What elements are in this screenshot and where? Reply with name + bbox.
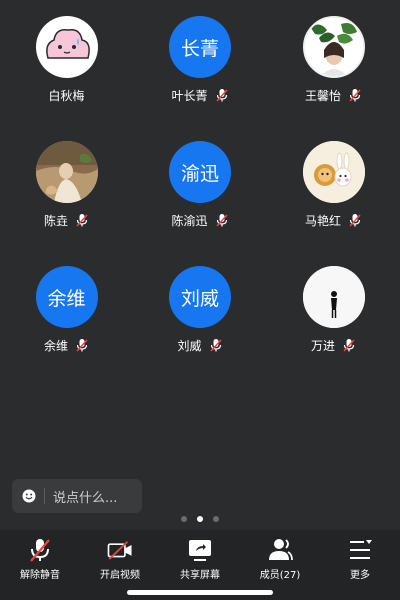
members-icon	[269, 539, 293, 561]
page-indicator	[0, 516, 400, 522]
home-indicator	[127, 590, 273, 595]
participant-tile[interactable]: 长菁 叶长菁	[133, 16, 267, 141]
participant-name: 刘威	[177, 338, 202, 353]
avatar-initials: 渝迅	[180, 162, 219, 185]
mic-muted-icon	[349, 88, 361, 102]
initials-avatar: 长菁	[169, 16, 231, 78]
participant-tile[interactable]: 刘威 刘威	[133, 266, 267, 391]
participant-tile[interactable]: 万进	[267, 266, 400, 391]
participant-name-row: 叶长菁	[171, 86, 228, 104]
more-button[interactable]: 更多	[320, 530, 400, 600]
more-menu-icon	[350, 540, 372, 559]
share-screen-icon	[189, 540, 211, 561]
start-video-label: 开启视频	[100, 570, 140, 581]
participant-name: 万进	[310, 338, 335, 353]
participant-name: 陈垚	[43, 213, 68, 228]
participant-name-row: 陈渝迅	[171, 211, 228, 229]
mic-muted-icon	[215, 213, 228, 227]
participant-name-row: 余维	[44, 336, 89, 354]
participant-tile[interactable]: 陈垚	[0, 141, 133, 266]
avatar-initials: 刘威	[180, 287, 219, 310]
participant-tile[interactable]: 余维 余维	[0, 266, 133, 391]
initials-avatar: 渝迅	[169, 141, 231, 203]
mic-off-icon	[30, 539, 50, 562]
mic-muted-icon	[76, 213, 88, 227]
unmute-label: 解除静音	[20, 570, 60, 581]
emoji-icon[interactable]	[22, 489, 36, 503]
mic-muted-icon	[76, 338, 88, 352]
unmute-button[interactable]: 解除静音	[0, 530, 80, 600]
initials-avatar: 余维	[35, 266, 98, 328]
participant-grid: 白秋梅 长菁 叶长菁 王馨怡 陈垚 渝迅 陈渝迅 马艳红 余维 余维 刘威 刘威…	[0, 16, 400, 391]
participant-name: 马艳红	[304, 213, 341, 228]
members-label: 成员(27)	[259, 570, 301, 581]
silhouette-avatar-icon	[302, 266, 365, 328]
share-screen-label: 共享屏幕	[180, 570, 220, 581]
participant-name-row: 马艳红	[305, 211, 362, 229]
participant-name-row: 万进	[311, 336, 356, 354]
mic-muted-icon	[215, 88, 228, 102]
participant-name-row: 王馨怡	[305, 86, 362, 104]
participant-name-row: 白秋梅	[48, 86, 84, 104]
mic-muted-icon	[343, 338, 355, 352]
participant-name: 白秋梅	[48, 88, 85, 103]
initials-avatar: 刘威	[169, 266, 231, 328]
participant-tile[interactable]: 马艳红	[267, 141, 400, 266]
cartoon-animals-avatar-icon	[302, 141, 365, 203]
video-off-icon	[107, 541, 132, 560]
chat-input[interactable]: 说点什么...	[12, 479, 142, 513]
chat-divider	[44, 488, 45, 504]
page-dot[interactable]	[213, 516, 219, 522]
mic-muted-icon	[209, 338, 222, 352]
participant-name-row: 刘威	[177, 336, 222, 354]
page-dot-active[interactable]	[197, 516, 203, 522]
participant-tile[interactable]: 渝迅 陈渝迅	[133, 141, 267, 266]
participant-name-row: 陈垚	[44, 211, 89, 229]
mic-muted-icon	[349, 213, 361, 227]
participant-tile[interactable]: 王馨怡	[267, 16, 400, 141]
chat-placeholder: 说点什么...	[53, 490, 118, 506]
participant-name: 陈渝迅	[171, 213, 208, 228]
participant-name: 叶长菁	[171, 88, 208, 103]
meeting-screen: 白秋梅 长菁 叶长菁 王馨怡 陈垚 渝迅 陈渝迅 马艳红 余维 余维 刘威 刘威…	[0, 0, 400, 600]
plant-portrait-avatar-icon	[302, 16, 365, 78]
page-dot[interactable]	[181, 516, 187, 522]
participant-name: 王馨怡	[304, 88, 341, 103]
more-label: 更多	[350, 570, 370, 581]
participant-tile[interactable]: 白秋梅	[0, 16, 133, 141]
painting-avatar-icon	[35, 141, 98, 203]
avatar-initials: 余维	[47, 287, 86, 310]
avatar-initials: 长菁	[180, 37, 219, 60]
participant-name: 余维	[43, 338, 68, 353]
pink-cloud-avatar-icon	[35, 16, 98, 78]
